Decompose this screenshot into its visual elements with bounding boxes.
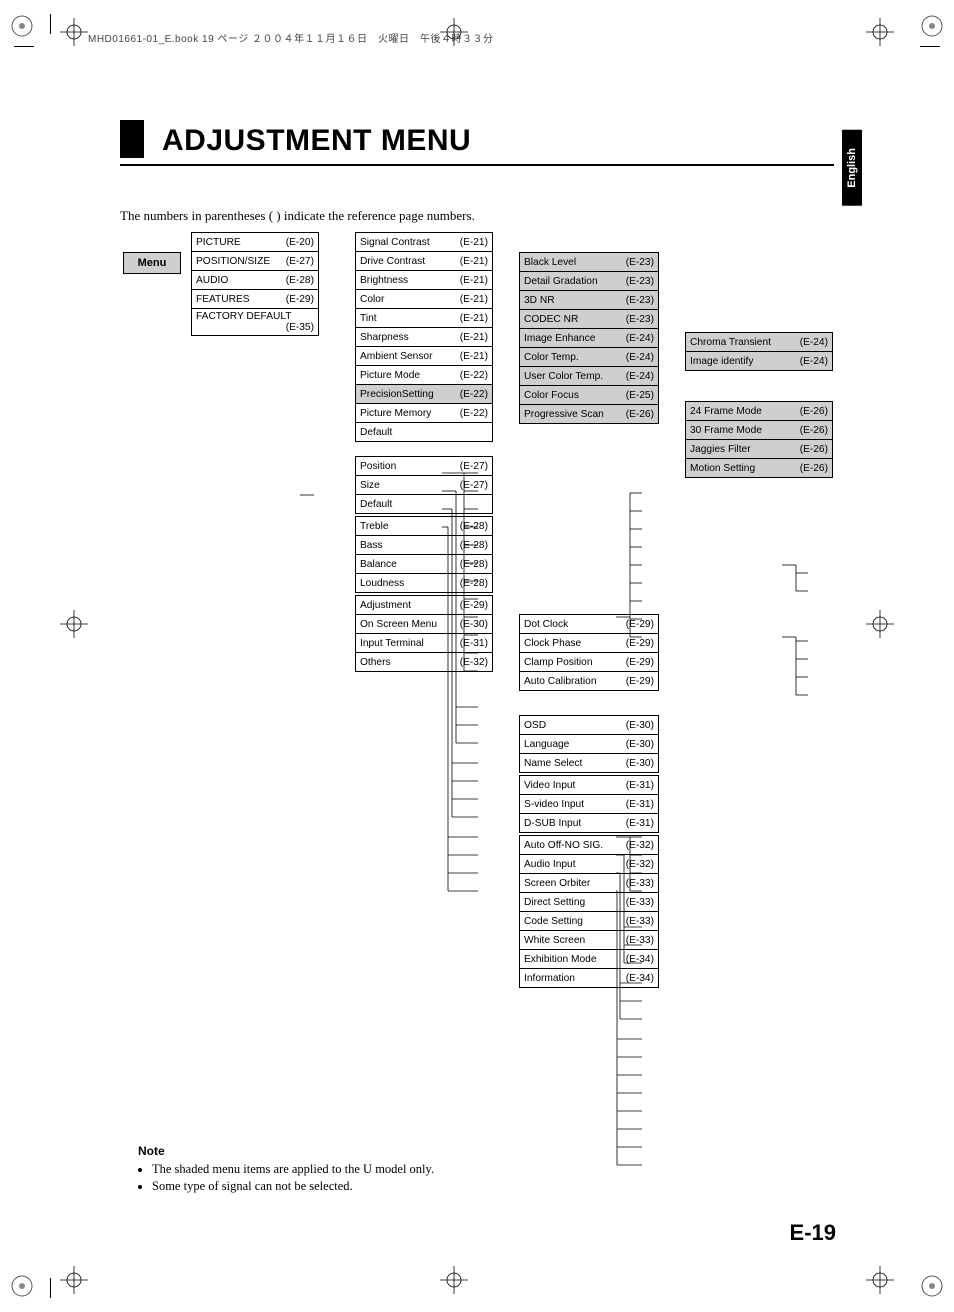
menu-item: Ambient Sensor(E-21) xyxy=(356,347,493,366)
menu-item: Color(E-21) xyxy=(356,290,493,309)
trim-line xyxy=(50,14,51,34)
crop-mark-icon xyxy=(920,14,944,38)
menu-item: 30 Frame Mode(E-26) xyxy=(686,421,833,440)
menu-item: Audio Input(E-32) xyxy=(520,855,659,874)
menu-item: Signal Contrast(E-21) xyxy=(356,233,493,252)
intro-text: The numbers in parentheses ( ) indicate … xyxy=(120,208,475,224)
menu-item: Image Enhance(E-24) xyxy=(520,329,659,348)
menu-item: 3D NR(E-23) xyxy=(520,291,659,310)
menu-item: Clamp Position(E-29) xyxy=(520,653,659,672)
menu-item: White Screen(E-33) xyxy=(520,931,659,950)
trim-line xyxy=(14,46,34,47)
menu-item: 24 Frame Mode(E-26) xyxy=(686,402,833,421)
menu-item: Drive Contrast(E-21) xyxy=(356,252,493,271)
menu-item: D-SUB Input(E-31) xyxy=(520,814,659,833)
note-block: Note The shaded menu items are applied t… xyxy=(138,1144,434,1196)
title-ornament-icon xyxy=(120,120,144,158)
menu-item: Position(E-27) xyxy=(356,457,493,476)
crop-mark-icon xyxy=(10,14,34,38)
menu-item: Others(E-32) xyxy=(356,653,493,672)
menu-item: Bass(E-28) xyxy=(356,536,493,555)
menu-item: Detail Gradation(E-23) xyxy=(520,272,659,291)
menu-item: OSD(E-30) xyxy=(520,716,659,735)
menu-item: Dot Clock(E-29) xyxy=(520,615,659,634)
menu-item: On Screen Menu(E-30) xyxy=(356,615,493,634)
language-tab: English xyxy=(842,130,862,206)
menu-item: Default xyxy=(356,495,493,514)
menu-column-1: PICTURE(E-20)POSITION/SIZE(E-27)AUDIO(E-… xyxy=(191,232,319,336)
menu-item: POSITION/SIZE(E-27) xyxy=(192,252,319,271)
menu-item: Information(E-34) xyxy=(520,969,659,988)
menu-item: Picture Memory(E-22) xyxy=(356,404,493,423)
note-item: The shaded menu items are applied to the… xyxy=(152,1162,434,1177)
menu-item: S-video Input(E-31) xyxy=(520,795,659,814)
menu-item: Loudness(E-28) xyxy=(356,574,493,593)
menu-item: Default xyxy=(356,423,493,442)
registration-mark-icon xyxy=(866,1266,894,1294)
menu-item: Video Input(E-31) xyxy=(520,776,659,795)
menu-item: Brightness(E-21) xyxy=(356,271,493,290)
menu-item: Color Temp.(E-24) xyxy=(520,348,659,367)
menu-item: AUDIO(E-28) xyxy=(192,271,319,290)
menu-item: Size(E-27) xyxy=(356,476,493,495)
menu-item: Auto Off-NO SIG.(E-32) xyxy=(520,836,659,855)
menu-item: Chroma Transient(E-24) xyxy=(686,333,833,352)
menu-item: Tint(E-21) xyxy=(356,309,493,328)
page-title: ADJUSTMENT MENU xyxy=(162,124,471,158)
menu-item: Name Select(E-30) xyxy=(520,754,659,773)
menu-item: Input Terminal(E-31) xyxy=(356,634,493,653)
menu-item: Clock Phase(E-29) xyxy=(520,634,659,653)
menu-item: Image identify(E-24) xyxy=(686,352,833,371)
menu-item: Jaggies Filter(E-26) xyxy=(686,440,833,459)
menu-item: Black Level(E-23) xyxy=(520,253,659,272)
registration-mark-icon xyxy=(866,18,894,46)
menu-item: Color Focus(E-25) xyxy=(520,386,659,405)
menu-item: FACTORY DEFAULT(E-35) xyxy=(192,309,319,336)
menu-root-label: Menu xyxy=(123,252,181,274)
crop-mark-icon xyxy=(10,1274,34,1298)
menu-item: Treble(E-28) xyxy=(356,517,493,536)
menu-item: Direct Setting(E-33) xyxy=(520,893,659,912)
menu-item: Language(E-30) xyxy=(520,735,659,754)
menu-column-2: Signal Contrast(E-21)Drive Contrast(E-21… xyxy=(355,232,493,672)
menu-item: Screen Orbiter(E-33) xyxy=(520,874,659,893)
menu-item: FEATURES(E-29) xyxy=(192,290,319,309)
menu-item: Code Setting(E-33) xyxy=(520,912,659,931)
registration-mark-icon xyxy=(60,610,88,638)
menu-item: Sharpness(E-21) xyxy=(356,328,493,347)
registration-mark-icon xyxy=(60,1266,88,1294)
menu-item: Exhibition Mode(E-34) xyxy=(520,950,659,969)
menu-item: Picture Mode(E-22) xyxy=(356,366,493,385)
page-number: E-19 xyxy=(790,1220,836,1246)
crop-mark-icon xyxy=(920,1274,944,1298)
menu-item: User Color Temp.(E-24) xyxy=(520,367,659,386)
menu-column-3: Black Level(E-23)Detail Gradation(E-23)3… xyxy=(519,252,659,988)
title-bar: ADJUSTMENT MENU xyxy=(120,120,834,166)
menu-item: PrecisionSetting(E-22) xyxy=(356,385,493,404)
menu-item: Auto Calibration(E-29) xyxy=(520,672,659,691)
menu-item: Motion Setting(E-26) xyxy=(686,459,833,478)
menu-item: PICTURE(E-20) xyxy=(192,233,319,252)
trim-line xyxy=(50,1278,51,1298)
registration-mark-icon xyxy=(866,610,894,638)
menu-item: Balance(E-28) xyxy=(356,555,493,574)
menu-item: CODEC NR(E-23) xyxy=(520,310,659,329)
menu-item: Adjustment(E-29) xyxy=(356,596,493,615)
note-item: Some type of signal can not be selected. xyxy=(152,1179,434,1194)
header-meta: MHD01661-01_E.book 19 ページ ２００４年１１月１６日 火曜… xyxy=(88,30,494,45)
menu-column-4: Chroma Transient(E-24)Image identify(E-2… xyxy=(685,332,833,478)
registration-mark-icon xyxy=(440,1266,468,1294)
trim-line xyxy=(920,46,940,47)
registration-mark-icon xyxy=(60,18,88,46)
note-heading: Note xyxy=(138,1144,434,1158)
menu-item: Progressive Scan(E-26) xyxy=(520,405,659,424)
